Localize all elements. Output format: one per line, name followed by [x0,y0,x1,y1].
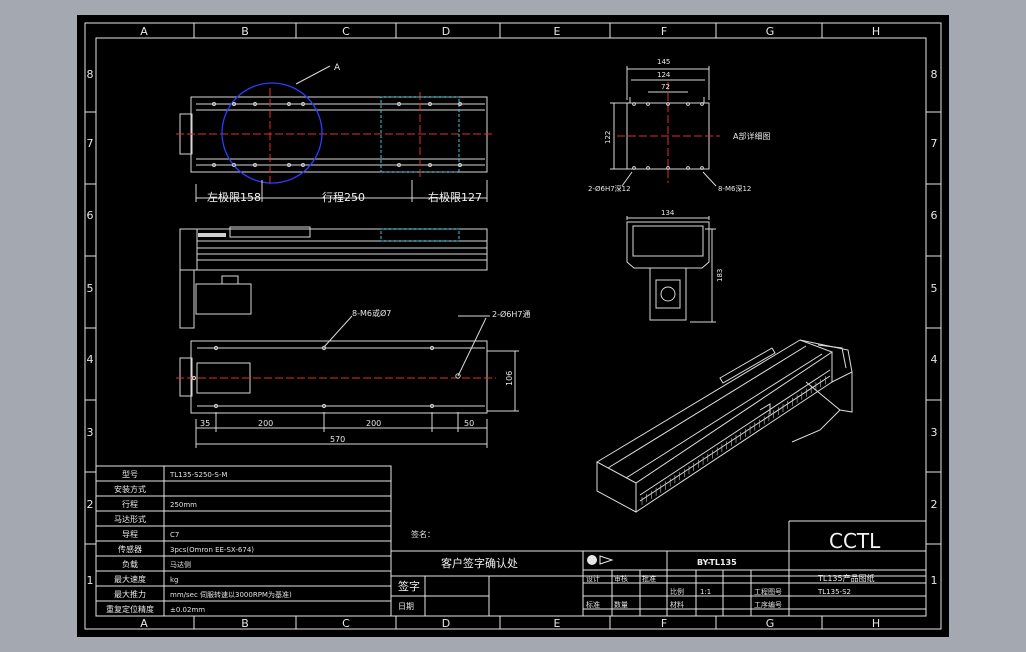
dim-183: 183 [716,269,724,282]
zone-row-left: 3 [87,426,94,439]
dim-stroke: 行程250 [322,191,365,204]
zone-row-right: 5 [931,282,938,295]
spec-value: 250mm [170,501,197,509]
zone-col-bottom: A [140,617,148,630]
spec-label: 重复定位精度 [106,604,154,614]
title-block-cell: 设计 [586,574,600,583]
zone-col-top: A [140,25,148,38]
zone-row-left: 1 [87,574,94,587]
dim-35: 35 [200,419,210,428]
spec-label: 马达形式 [114,514,146,524]
zone-col-bottom: C [342,617,350,630]
zone-row-right: 4 [931,353,938,366]
model-space [77,15,949,637]
dim-200-b: 200 [366,419,381,428]
zone-col-top: D [442,25,450,38]
zone-row-right: 8 [931,68,938,81]
zone-row-right: 7 [931,137,938,150]
zone-col-bottom: F [661,617,667,630]
note-tapped-holes: 8-M6深12 [718,184,751,193]
zone-col-top: G [766,25,775,38]
spec-value: ±0.02mm [170,606,205,614]
dim-145: 145 [657,58,670,66]
title-block-cell: 数量 [614,600,628,609]
zone-col-bottom: H [872,617,880,630]
spec-label: 负载 [122,559,138,569]
zone-row-left: 7 [87,137,94,150]
note-mount-holes: 8-M6或Ø7 [352,308,391,318]
zone-row-right: 3 [931,426,938,439]
spec-label: 安装方式 [114,484,146,494]
zone-row-left: 6 [87,209,94,222]
zone-row-right: 6 [931,209,938,222]
dim-124: 124 [657,71,671,79]
note-pin-holes: 2-Ø6H7深12 [588,184,631,193]
signature-note: 签名： [411,529,435,539]
customer-confirm-label: 客户签字确认处 [441,556,518,570]
spec-value: kg [170,576,179,584]
zone-row-right: 1 [931,574,938,587]
dim-122: 122 [604,131,612,144]
spec-label: 行程 [122,499,138,509]
spec-value: TL135-S250-S-M [169,471,227,479]
spec-value: 马达侧 [170,560,191,569]
spec-label: 最大速度 [114,574,146,584]
title-block-cell: 标准 [586,600,600,609]
date-label: 日期 [398,602,414,611]
zone-row-left: 8 [87,68,94,81]
callout-a-label: A [334,63,341,73]
cctl-logo: CCTL [829,529,881,553]
spec-label: 最大推力 [114,589,146,599]
drawing-number: BY-TL135 [697,558,737,567]
zone-col-bottom: D [442,617,450,630]
zone-col-top: C [342,25,350,38]
dim-570: 570 [330,435,345,444]
spec-label: 传感器 [118,544,142,554]
sign-label: 签字 [398,579,420,593]
zone-col-bottom: E [554,617,561,630]
zone-col-top: E [554,25,561,38]
zone-col-bottom: B [241,617,249,630]
detail-a-label: A部详细图 [733,131,770,141]
title-block-cell: 审核 [614,574,628,583]
spec-label: 导程 [122,530,138,539]
part-code: TL135-S2 [817,588,851,596]
zone-row-left: 2 [87,498,94,511]
zone-row-right: 2 [931,498,938,511]
spec-value: C7 [170,531,179,539]
zone-col-top: F [661,25,667,38]
zone-col-top: H [872,25,880,38]
spec-value: mm/sec 伺服转速以3000RPM为基准) [170,590,292,599]
title-block-cell: 工程图号 [754,587,782,596]
spec-value: 3pcs(Omron EE-SX-674) [170,546,254,554]
zone-row-left: 5 [87,282,94,295]
cad-viewport[interactable]: A A B B C C D D E E F F G G H H 8 8 7 7 6 6 5 5 4 4 3 3 2 2 1 1 A 左极限15… [0,0,1026,652]
title-block-cell: 工序编号 [754,600,782,609]
title-block-cell: 批准 [642,574,656,583]
dim-134: 134 [661,209,675,217]
dim-right-limit: 右极限127 [428,190,482,204]
note-dowel-holes: 2-Ø6H7通 [492,309,530,319]
dim-200-a: 200 [258,419,273,428]
dim-50: 50 [464,419,474,428]
product-name: TL135产品图纸 [817,573,875,583]
dim-72: 72 [661,83,670,91]
title-block-cell: 材料 [670,600,684,609]
dim-left-limit: 左极限158 [207,190,261,204]
zone-row-left: 4 [87,353,94,366]
title-block-cell: 1:1 [700,588,711,596]
dim-106: 106 [505,371,514,386]
title-block-cell: 比例 [670,587,684,596]
spec-label: 型号 [122,470,138,479]
drawing-sheet: A A B B C C D D E E F F G G H H 8 8 7 7 6 6 5 5 4 4 3 3 2 2 1 1 A 左极限15… [77,15,949,637]
zone-col-bottom: G [766,617,775,630]
zone-col-top: B [241,25,249,38]
